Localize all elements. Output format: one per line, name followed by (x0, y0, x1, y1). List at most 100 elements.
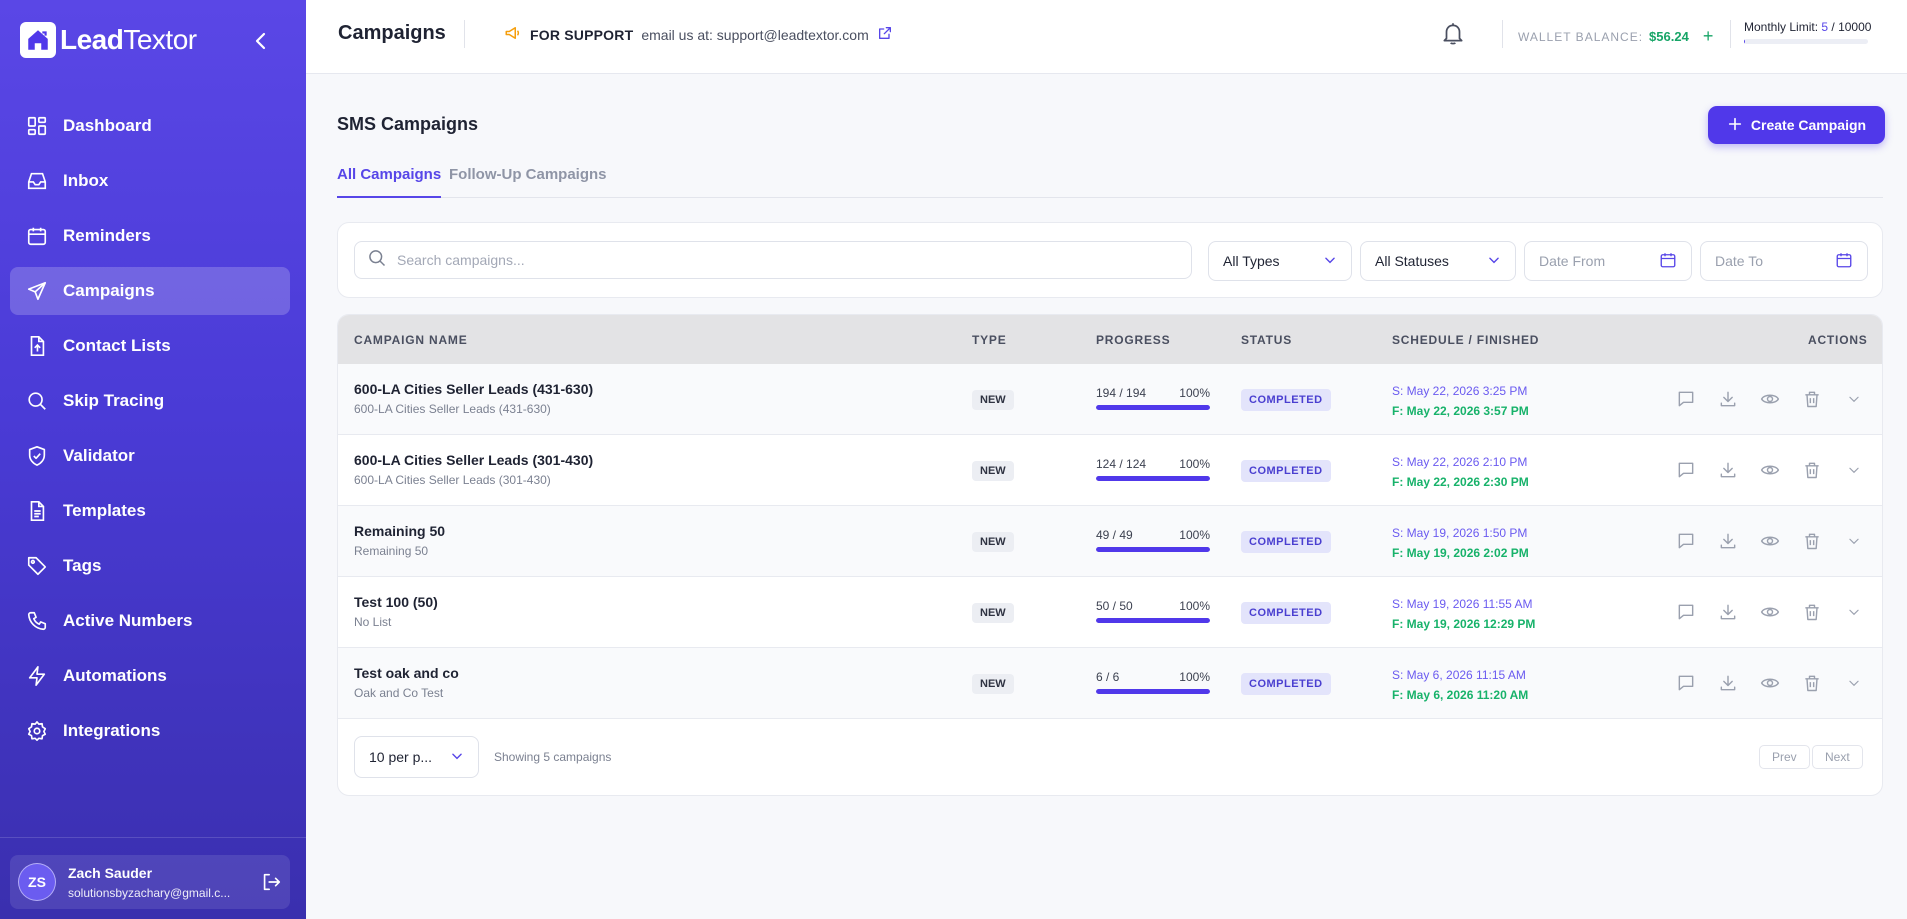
scheduled-time: S: May 22, 2026 2:10 PM (1392, 455, 1528, 469)
logo-house-icon (20, 22, 56, 58)
wallet-label: WALLET BALANCE: (1518, 29, 1644, 44)
message-icon[interactable] (1674, 600, 1698, 624)
campaign-name-cell: Test oak and co Oak and Co Test (354, 665, 459, 700)
download-icon[interactable] (1716, 600, 1740, 624)
chevron-down-icon[interactable] (1842, 529, 1866, 553)
message-icon[interactable] (1674, 458, 1698, 482)
logout-button[interactable] (258, 869, 284, 895)
sidebar-item-label: Campaigns (63, 281, 155, 300)
sidebar: LeadTextor Dashboard Inbox Reminders Cam… (0, 0, 306, 919)
sidebar-item-label: Dashboard (63, 116, 152, 135)
eye-icon[interactable] (1758, 600, 1782, 624)
calendar-icon (1659, 251, 1677, 272)
type-filter-select[interactable]: All Types (1208, 241, 1352, 281)
limit-total: 10000 (1838, 20, 1872, 34)
user-profile[interactable]: ZS Zach Sauder solutionsbyzachary@gmail.… (10, 855, 290, 909)
sidebar-item-campaigns[interactable]: Campaigns (10, 267, 290, 315)
status-filter-select[interactable]: All Statuses (1360, 241, 1516, 281)
table-row[interactable]: 600-LA Cities Seller Leads (301-430) 600-… (338, 435, 1882, 506)
tab-follow-up-campaigns[interactable]: Follow-Up Campaigns (449, 166, 607, 198)
chevron-down-icon[interactable] (1842, 600, 1866, 624)
table-row[interactable]: 600-LA Cities Seller Leads (431-630) 600-… (338, 364, 1882, 435)
schedule-cell: S: May 22, 2026 2:10 PM F: May 22, 2026 2… (1392, 455, 1529, 489)
campaign-name[interactable]: 600-LA Cities Seller Leads (301-430) (354, 452, 593, 468)
campaign-list-name: 600-LA Cities Seller Leads (431-630) (354, 402, 551, 416)
message-icon[interactable] (1674, 529, 1698, 553)
sidebar-item-validator[interactable]: Validator (10, 432, 290, 480)
row-actions (1674, 671, 1866, 695)
scheduled-time: S: May 22, 2026 3:25 PM (1392, 384, 1528, 398)
eye-icon[interactable] (1758, 387, 1782, 411)
add-funds-button[interactable]: + (1703, 26, 1714, 47)
trash-icon[interactable] (1800, 671, 1824, 695)
trash-icon[interactable] (1800, 458, 1824, 482)
search-input[interactable] (397, 252, 1177, 268)
schedule-cell: S: May 19, 2026 11:55 AM F: May 19, 2026 … (1392, 597, 1535, 631)
limit-separator: / (1828, 20, 1839, 34)
search-icon (367, 248, 387, 273)
message-icon[interactable] (1674, 671, 1698, 695)
sidebar-nav: Dashboard Inbox Reminders Campaigns Cont… (10, 102, 290, 762)
eye-icon[interactable] (1758, 458, 1782, 482)
chevron-down-icon[interactable] (1842, 458, 1866, 482)
divider (1502, 20, 1503, 48)
download-icon[interactable] (1716, 529, 1740, 553)
chevron-down-icon (450, 749, 464, 766)
download-icon[interactable] (1716, 458, 1740, 482)
sidebar-item-reminders[interactable]: Reminders (10, 212, 290, 260)
eye-icon[interactable] (1758, 671, 1782, 695)
date-from-picker[interactable]: Date From (1524, 241, 1692, 281)
page-title: Campaigns (338, 22, 446, 44)
showing-count: Showing 5 campaigns (494, 750, 612, 764)
create-campaign-button[interactable]: Create Campaign (1708, 106, 1885, 144)
message-icon[interactable] (1674, 387, 1698, 411)
table-row[interactable]: Test 100 (50) No List NEW 50 / 50 100% COMPLE… (338, 577, 1882, 648)
status-badge: COMPLETED (1241, 389, 1331, 411)
sidebar-item-inbox[interactable]: Inbox (10, 157, 290, 205)
chevron-down-icon[interactable] (1842, 387, 1866, 411)
sidebar-item-skip-tracing[interactable]: Skip Tracing (10, 377, 290, 425)
support-banner: FOR SUPPORT email us at: support@leadtex… (504, 24, 893, 45)
sidebar-item-tags[interactable]: Tags (10, 542, 290, 590)
sidebar-item-integrations[interactable]: Integrations (10, 707, 290, 755)
filter-bar: All Types All Statuses Date From Date To (337, 222, 1883, 298)
download-icon[interactable] (1716, 387, 1740, 411)
dashboard-icon (25, 114, 49, 138)
sidebar-item-label: Integrations (63, 721, 161, 740)
external-link-icon[interactable] (877, 25, 893, 44)
collapse-sidebar-button[interactable] (250, 30, 272, 52)
prev-page-button[interactable]: Prev (1759, 745, 1810, 769)
trash-icon[interactable] (1800, 600, 1824, 624)
logo[interactable]: LeadTextor (20, 22, 197, 58)
calendar-icon (1835, 251, 1853, 272)
table-row[interactable]: Test oak and co Oak and Co Test NEW 6 / 6 10… (338, 648, 1882, 719)
finished-time: F: May 22, 2026 2:30 PM (1392, 475, 1529, 489)
type-badge: NEW (972, 603, 1014, 623)
progress-cell: 194 / 194 100% (1096, 386, 1210, 410)
notifications-bell-icon[interactable] (1440, 20, 1468, 48)
sidebar-item-automations[interactable]: Automations (10, 652, 290, 700)
sidebar-item-contact-lists[interactable]: Contact Lists (10, 322, 290, 370)
campaign-name-cell: Test 100 (50) No List (354, 594, 438, 629)
chevron-down-icon[interactable] (1842, 671, 1866, 695)
campaign-name[interactable]: Remaining 50 (354, 523, 445, 539)
type-badge: NEW (972, 532, 1014, 552)
trash-icon[interactable] (1800, 387, 1824, 411)
campaign-name-cell: 600-LA Cities Seller Leads (301-430) 600-… (354, 452, 593, 487)
trash-icon[interactable] (1800, 529, 1824, 553)
next-page-button[interactable]: Next (1812, 745, 1863, 769)
campaign-name[interactable]: Test oak and co (354, 665, 459, 681)
logout-icon (263, 873, 281, 891)
sidebar-item-templates[interactable]: Templates (10, 487, 290, 535)
download-icon[interactable] (1716, 671, 1740, 695)
table-row[interactable]: Remaining 50 Remaining 50 NEW 49 / 49 100% CO… (338, 506, 1882, 577)
sidebar-item-active-numbers[interactable]: Active Numbers (10, 597, 290, 645)
campaign-name[interactable]: Test 100 (50) (354, 594, 438, 610)
eye-icon[interactable] (1758, 529, 1782, 553)
user-info: Zach Sauder solutionsbyzachary@gmail.c..… (68, 865, 250, 900)
sidebar-item-dashboard[interactable]: Dashboard (10, 102, 290, 150)
per-page-select[interactable]: 10 per p... (354, 736, 479, 778)
date-to-picker[interactable]: Date To (1700, 241, 1868, 281)
campaign-name[interactable]: 600-LA Cities Seller Leads (431-630) (354, 381, 593, 397)
tab-all-campaigns[interactable]: All Campaigns (337, 166, 442, 198)
